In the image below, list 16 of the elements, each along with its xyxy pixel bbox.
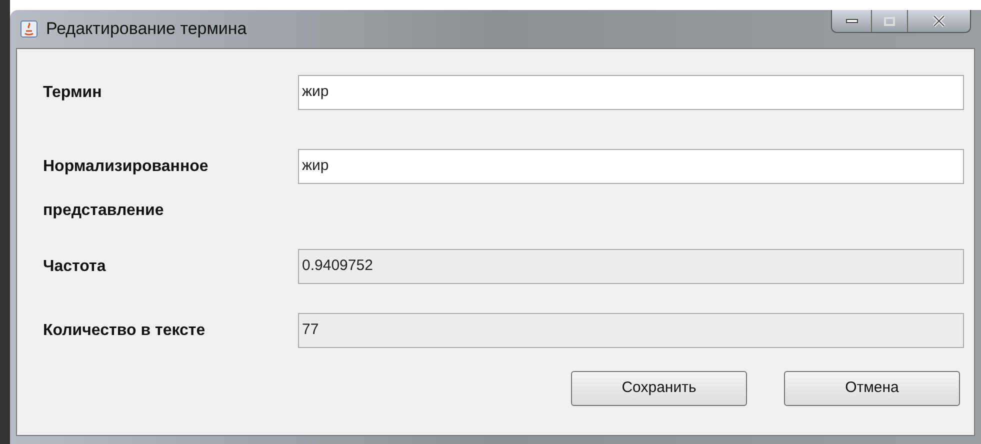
minimize-button[interactable] bbox=[832, 10, 872, 32]
text-field[interactable]: 0.9409752 bbox=[298, 249, 964, 284]
dialog-button[interactable]: Сохранить bbox=[571, 371, 747, 406]
close-icon bbox=[932, 15, 946, 27]
field-label: Нормализированное представление bbox=[43, 157, 210, 221]
field-label: Частота bbox=[43, 257, 107, 277]
window-title: Редактирование термина bbox=[46, 18, 247, 40]
text-field[interactable]: жир bbox=[298, 149, 964, 184]
app-icon bbox=[20, 20, 38, 38]
close-button[interactable] bbox=[908, 10, 970, 32]
text-field[interactable]: 77 bbox=[298, 313, 964, 348]
field-label: Количество в тексте bbox=[43, 321, 206, 341]
dialog-button[interactable]: Отмена bbox=[784, 371, 960, 406]
text-field[interactable]: жир bbox=[298, 75, 964, 110]
maximize-button[interactable] bbox=[872, 10, 908, 32]
field-label: Термин bbox=[43, 83, 103, 103]
